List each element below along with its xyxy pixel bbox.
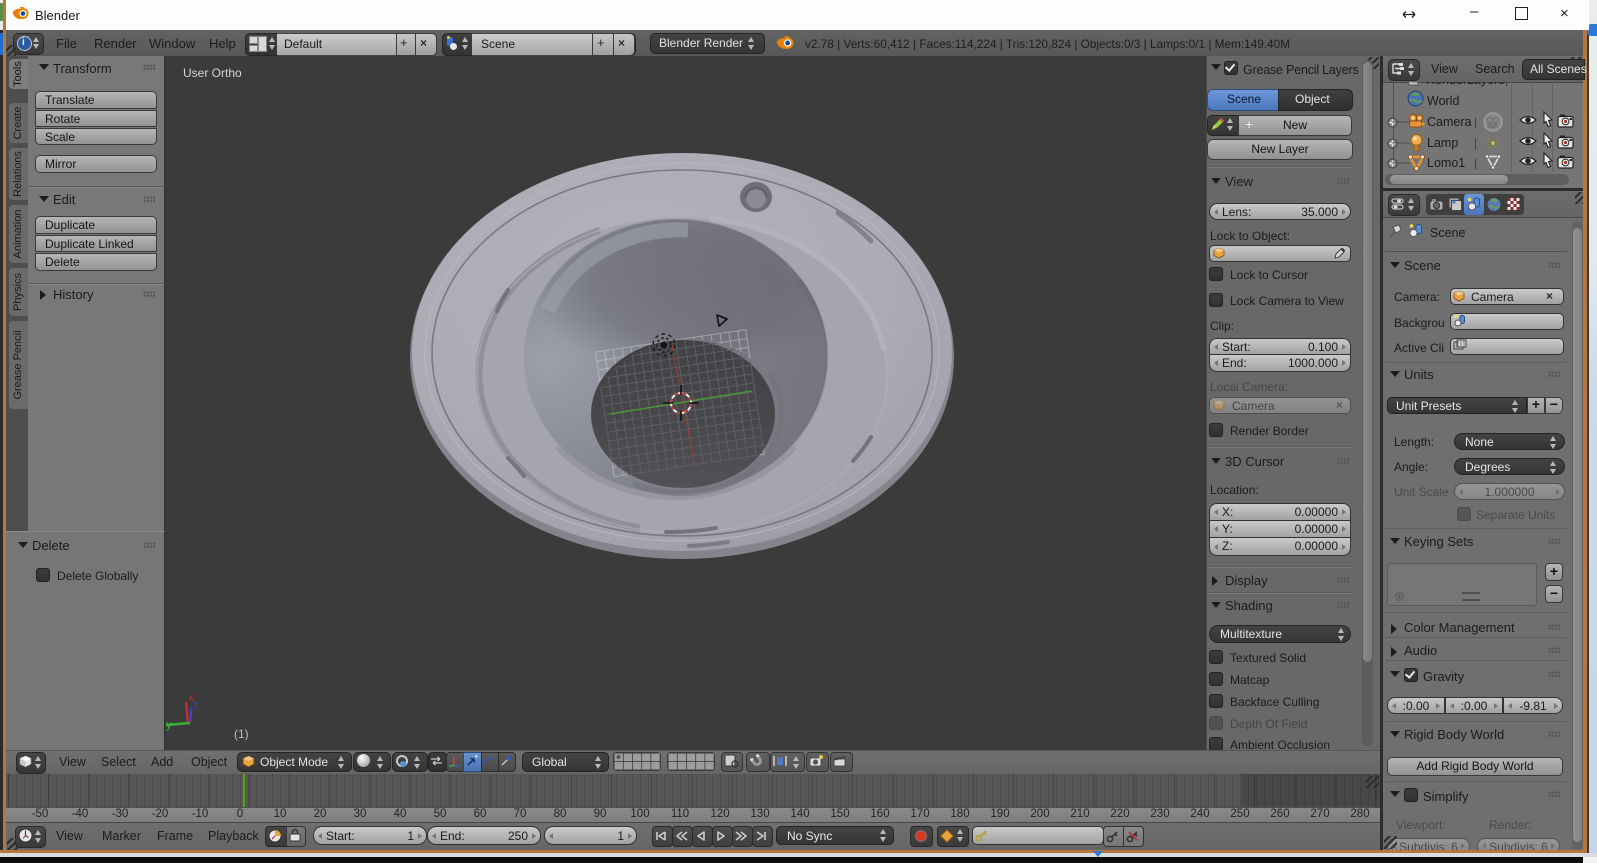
svg-text:z: z (193, 699, 199, 711)
svg-text:y: y (166, 719, 172, 731)
